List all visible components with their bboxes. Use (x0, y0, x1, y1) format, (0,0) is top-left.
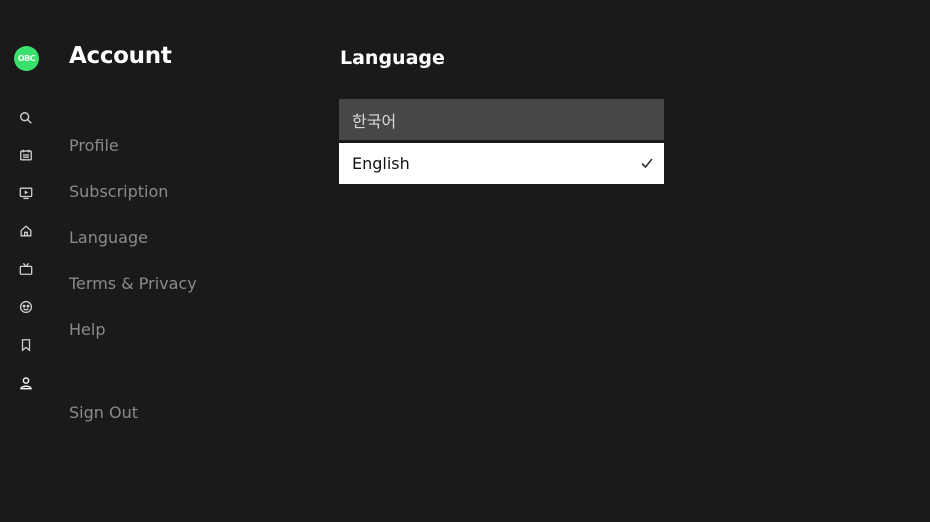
checkmark-icon (641, 158, 653, 169)
language-option-label: English (352, 154, 410, 173)
search-icon[interactable] (18, 110, 34, 126)
menu-item-subscription[interactable]: Subscription (69, 182, 168, 201)
account-settings-screen: OBC Account Profile Subscription Languag… (0, 0, 930, 522)
home-icon[interactable] (18, 223, 34, 239)
tv-icon[interactable] (18, 261, 34, 277)
kids-icon[interactable] (18, 299, 34, 315)
language-option-label: 한국어 (352, 111, 397, 131)
schedule-icon[interactable] (18, 147, 34, 163)
bookmark-icon[interactable] (18, 337, 34, 353)
video-icon[interactable] (18, 185, 34, 201)
menu-item-help[interactable]: Help (69, 320, 105, 339)
menu-item-terms-privacy[interactable]: Terms & Privacy (69, 274, 197, 293)
menu-item-profile[interactable]: Profile (69, 136, 119, 155)
sign-out-button[interactable]: Sign Out (69, 403, 138, 422)
language-option-english[interactable]: English (339, 143, 664, 184)
menu-item-language[interactable]: Language (69, 228, 148, 247)
nav-rail: OBC (0, 0, 54, 522)
language-option-korean[interactable]: 한국어 (339, 99, 664, 140)
brand-logo-text: OBC (17, 54, 36, 63)
account-icon[interactable] (18, 375, 34, 391)
page-title: Account (69, 43, 172, 69)
brand-logo[interactable]: OBC (14, 46, 39, 71)
language-panel-title: Language (340, 47, 445, 69)
